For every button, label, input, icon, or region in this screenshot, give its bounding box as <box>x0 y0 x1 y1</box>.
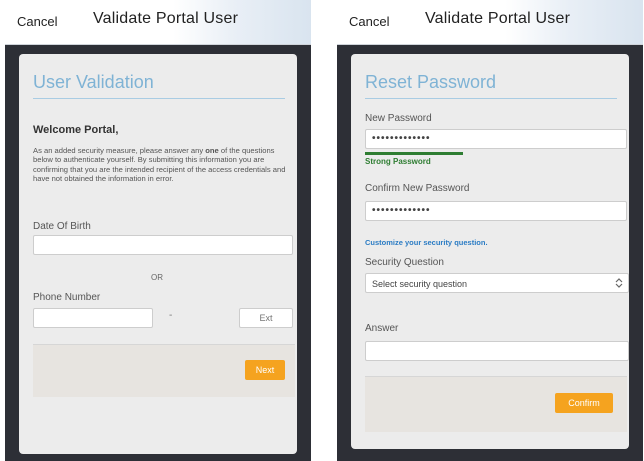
title-divider <box>365 98 617 99</box>
phone-input[interactable] <box>33 308 153 328</box>
password-strength-bar <box>365 152 463 155</box>
cancel-button[interactable]: Cancel <box>17 14 57 29</box>
title-divider <box>33 98 285 99</box>
new-password-input[interactable]: ••••••••••••• <box>365 129 627 149</box>
top-bar: Cancel Validate Portal User <box>5 0 311 45</box>
validate-user-screen: Cancel Validate Portal User User Validat… <box>5 0 311 461</box>
button-area: Next <box>33 344 295 397</box>
phone-ext-dash: - <box>169 310 173 321</box>
instructions-emphasis: one <box>205 146 219 155</box>
card-title: User Validation <box>33 72 154 92</box>
confirm-button[interactable]: Confirm <box>555 393 613 413</box>
select-arrows-icon <box>615 278 623 288</box>
ext-input[interactable] <box>239 308 293 328</box>
instructions-part-1: As an added security measure, please ans… <box>33 146 206 155</box>
page-title: Validate Portal User <box>93 10 239 27</box>
security-question-selected: Select security question <box>372 279 468 289</box>
dob-input[interactable] <box>33 235 293 255</box>
confirm-password-label: Confirm New Password <box>365 183 470 194</box>
answer-input[interactable] <box>365 341 629 361</box>
or-separator: OR <box>151 273 163 282</box>
button-area: Confirm <box>365 376 627 432</box>
confirm-password-input[interactable]: ••••••••••••• <box>365 201 627 221</box>
reset-password-screen: Cancel Validate Portal User Reset Passwo… <box>337 0 643 461</box>
next-button[interactable]: Next <box>245 360 285 380</box>
phone-label: Phone Number <box>33 292 101 303</box>
reset-password-card: Reset Password New Password ••••••••••••… <box>351 54 629 449</box>
user-validation-card: User Validation Welcome Portal, As an ad… <box>19 54 297 454</box>
page-title: Validate Portal User <box>425 10 571 27</box>
dob-label: Date Of Birth <box>33 221 91 232</box>
top-bar: Cancel Validate Portal User <box>337 0 643 45</box>
cancel-button[interactable]: Cancel <box>349 14 389 29</box>
answer-label: Answer <box>365 323 399 334</box>
welcome-heading: Welcome Portal, <box>33 124 119 136</box>
card-title: Reset Password <box>365 72 497 92</box>
new-password-label: New Password <box>365 113 432 124</box>
customize-security-link[interactable]: Customize your security question. <box>365 238 488 247</box>
instructions-text: As an added security measure, please ans… <box>33 146 291 183</box>
security-question-select[interactable]: Select security question <box>365 273 629 293</box>
password-strength-text: Strong Password <box>365 157 431 166</box>
security-question-label: Security Question <box>365 257 444 268</box>
